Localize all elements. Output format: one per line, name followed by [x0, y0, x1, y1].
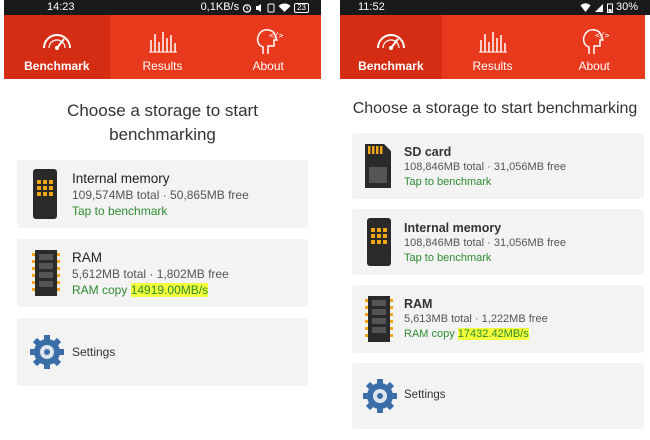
storage-size: 108,846MB total · 31,056MB free [404, 161, 567, 173]
gear-icon [30, 335, 64, 369]
ram-copy-speed: 14919.00MB/s [130, 283, 209, 297]
tab-results[interactable]: Results [110, 15, 216, 79]
tab-benchmark[interactable]: Benchmark [340, 15, 442, 79]
ram-copy-result: RAM copy 17432.42MB/s [404, 327, 548, 342]
storage-name: SD card [404, 145, 452, 159]
tab-bar: Benchmark Results </> About [340, 15, 645, 79]
ram-copy-label: RAM copy [72, 283, 131, 297]
wifi-icon [580, 2, 591, 12]
battery-icon [606, 3, 613, 13]
head-code-icon: </> [257, 29, 284, 54]
gear-icon [363, 379, 397, 413]
settings-card[interactable]: Settings [17, 318, 308, 386]
tab-bar: Benchmark Results </> About [4, 15, 321, 79]
phone-storage-icon [33, 169, 57, 219]
status-bar: 11:52 30% [340, 0, 650, 15]
tab-results[interactable]: Results [442, 15, 544, 79]
ram-card[interactable]: RAM 5,612MB total · 1,802MB free RAM cop… [17, 239, 308, 307]
tab-results-label: Results [472, 59, 513, 73]
status-time: 14:23 [47, 1, 75, 13]
ram-copy-result: RAM copy 14919.00MB/s [72, 282, 229, 298]
page-title: Choose a storage to start benchmarking [352, 100, 638, 117]
sd-card-card[interactable]: SD card 108,846MB total · 31,056MB free … [352, 133, 644, 199]
storage-name: RAM [404, 297, 433, 311]
storage-size: 5,612MB total · 1,802MB free [72, 267, 229, 281]
ram-card[interactable]: RAM 5,613MB total · 1,222MB free RAM cop… [352, 285, 644, 353]
left-phone-screen: 14:23 0,1KB/s 23 Benchmark Results </> A… [4, 0, 321, 440]
tap-to-benchmark: Tap to benchmark [72, 204, 168, 218]
bar-chart-icon [148, 32, 177, 53]
sim-icon [267, 3, 275, 12]
tap-to-benchmark: Tap to benchmark [404, 176, 492, 188]
speedometer-icon [42, 34, 71, 50]
status-time: 11:52 [358, 1, 385, 13]
storage-size: 108,846MB total · 31,056MB free [404, 237, 567, 249]
ram-chip-icon [32, 250, 60, 296]
page-title: Choose a storage to start benchmarking [67, 101, 258, 144]
settings-label: Settings [72, 345, 116, 359]
tab-results-label: Results [142, 59, 183, 73]
internal-memory-card[interactable]: Internal memory 108,846MB total · 31,056… [352, 209, 644, 275]
svg-text:</>: </> [269, 31, 284, 40]
wifi-icon [278, 3, 291, 12]
bar-chart-icon [478, 32, 507, 53]
alarm-icon [242, 3, 252, 13]
battery-percent: 30% [615, 1, 638, 13]
storage-name: RAM [72, 250, 102, 265]
ram-copy-speed: 17432.42MB/s [457, 328, 529, 340]
ram-chip-icon [365, 296, 393, 342]
storage-size: 109,574MB total · 50,865MB free [72, 188, 249, 202]
tab-about-label: About [252, 59, 284, 73]
battery-icon: 23 [294, 2, 309, 13]
storage-size: 5,613MB total · 1,222MB free [404, 313, 548, 325]
tab-about-label: About [578, 59, 610, 73]
tab-benchmark-label: Benchmark [24, 59, 90, 73]
phone-storage-icon [367, 218, 391, 266]
mute-icon [256, 3, 262, 12]
head-code-icon: </> [583, 29, 610, 54]
tab-benchmark-label: Benchmark [358, 59, 424, 73]
settings-card[interactable]: Settings [352, 363, 644, 429]
sd-card-icon [365, 144, 391, 188]
status-bar: 14:23 0,1KB/s 23 [4, 0, 321, 15]
tab-benchmark[interactable]: Benchmark [4, 15, 110, 79]
right-phone-screen: 11:52 30% Benchmark Results </> About Ch… [340, 0, 650, 440]
ram-copy-label: RAM copy [404, 328, 458, 340]
tab-about[interactable]: </> About [215, 15, 321, 79]
settings-label: Settings [404, 389, 446, 401]
storage-name: Internal memory [404, 221, 502, 235]
tab-about[interactable]: </> About [543, 15, 645, 79]
internal-memory-card[interactable]: Internal memory 109,574MB total · 50,865… [17, 160, 308, 228]
signal-icon [594, 3, 603, 12]
tap-to-benchmark: Tap to benchmark [404, 252, 492, 264]
speedometer-icon [376, 34, 405, 50]
svg-text:</>: </> [595, 31, 610, 40]
storage-name: Internal memory [72, 171, 170, 186]
network-speed: 0,1KB/s [200, 1, 240, 13]
